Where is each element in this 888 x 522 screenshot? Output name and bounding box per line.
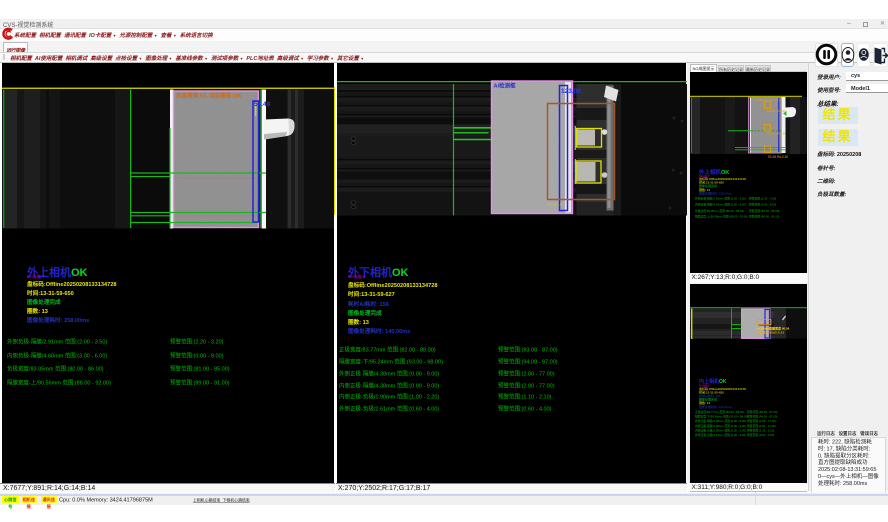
svg-text:NG:89.3 W:0.35: NG:89.3 W:0.35 — [767, 132, 786, 136]
svg-text:外侧正极-隔膜/4.38mm 范围:(0.00 - 9.00: 外侧正极-隔膜/4.38mm 范围:(0.00 - 9.00) — [695, 419, 746, 423]
svg-text:预警范围:(1.10 - 2.10): 预警范围:(1.10 - 2.10) — [747, 429, 774, 433]
svg-text:NG:89.3 W:0.35 H:2.3: NG:89.3 W:0.35 H:2.3 — [755, 98, 781, 102]
svg-text:图像处理耗时: 140.00ms: 图像处理耗时: 140.00ms — [699, 404, 732, 409]
svg-text:灰度阈值:93, 动态阈值:100: 灰度阈值:93, 动态阈值:100 — [176, 92, 242, 100]
svg-text:内侧正极-隔膜/4.38mm 范围:(0.00 - 9.00: 内侧正极-隔膜/4.38mm 范围:(0.00 - 9.00) — [695, 424, 746, 428]
svg-text:正极宽度/83.77mm 范围:(82.00 - 88.00: 正极宽度/83.77mm 范围:(82.00 - 88.00) — [695, 410, 744, 414]
svg-text:隔膜宽度-下/95.24mm 范围:(93.00 - 98.: 隔膜宽度-下/95.24mm 范围:(93.00 - 98.00) — [695, 415, 748, 419]
svg-text:负极宽度/83.05mm 范围:(80.00 - 86.00: 负极宽度/83.05mm 范围:(80.00 - 86.00) — [695, 209, 744, 213]
svg-text:预警范围:(94.00 - 97.00): 预警范围:(94.00 - 97.00) — [747, 415, 777, 419]
svg-text:53.48: 53.48 — [254, 101, 271, 108]
svg-text:内侧正极-负极/1.90mm 范围:(1.00 - 2.20: 内侧正极-负极/1.90mm 范围:(1.00 - 2.20) — [695, 429, 746, 433]
svg-text:图像处理耗时: 258.00ms: 图像处理耗时: 258.00ms — [699, 191, 732, 196]
svg-text:外侧正极-负极/2.61mm 范围:(0.60 - 4.00: 外侧正极-负极/2.61mm 范围:(0.60 - 4.00) — [695, 433, 746, 437]
svg-text:预警范围:(2.00 - 77.00): 预警范围:(2.00 - 77.00) — [747, 419, 776, 423]
svg-text:NG:89.3 W:0.35: NG:89.3 W:0.35 — [767, 109, 786, 113]
svg-text:预警范围:(0.60 - 4.00): 预警范围:(0.60 - 4.00) — [747, 433, 774, 437]
svg-text:预警范围:(83.00 - 87.00): 预警范围:(83.00 - 87.00) — [747, 410, 777, 414]
svg-text:预警范围:(2.20 - 3.20): 预警范围:(2.20 - 3.20) — [749, 197, 776, 201]
svg-text:负极宽度 83.05 S:12: 负极宽度 83.05 S:12 — [756, 329, 784, 334]
svg-text:预警范围:(81.00 - 85.00): 预警范围:(81.00 - 85.00) — [749, 209, 779, 213]
svg-text:隔膜宽度-上/90.56mm 范围:(88.00 - 92.: 隔膜宽度-上/90.56mm 范围:(88.00 - 92.00) — [695, 215, 748, 219]
svg-text:AI检测框: AI检测框 — [493, 81, 516, 89]
svg-text:53.48 Ra:0.38: 53.48 Ra:0.38 — [768, 155, 788, 159]
svg-text:内侧负极-隔膜/4.60mm 范围:(3.00 - 6.00: 内侧负极-隔膜/4.60mm 范围:(3.00 - 6.00) — [695, 203, 746, 207]
svg-text:预警范围:(0.00 - 8.00): 预警范围:(0.00 - 8.00) — [749, 203, 776, 207]
svg-text:预警范围:(89.00 - 91.00): 预警范围:(89.00 - 91.00) — [749, 215, 779, 219]
svg-text:123.80: 123.80 — [561, 88, 581, 95]
svg-text:预警范围:(2.00 - 77.00): 预警范围:(2.00 - 77.00) — [747, 424, 776, 428]
svg-text:0.6 S:1.6: 0.6 S:1.6 — [548, 202, 562, 206]
svg-text:外侧负极-隔膜/2.91mm 范围:(2.00 - 3.50: 外侧负极-隔膜/2.91mm 范围:(2.00 - 3.50) — [695, 197, 746, 201]
